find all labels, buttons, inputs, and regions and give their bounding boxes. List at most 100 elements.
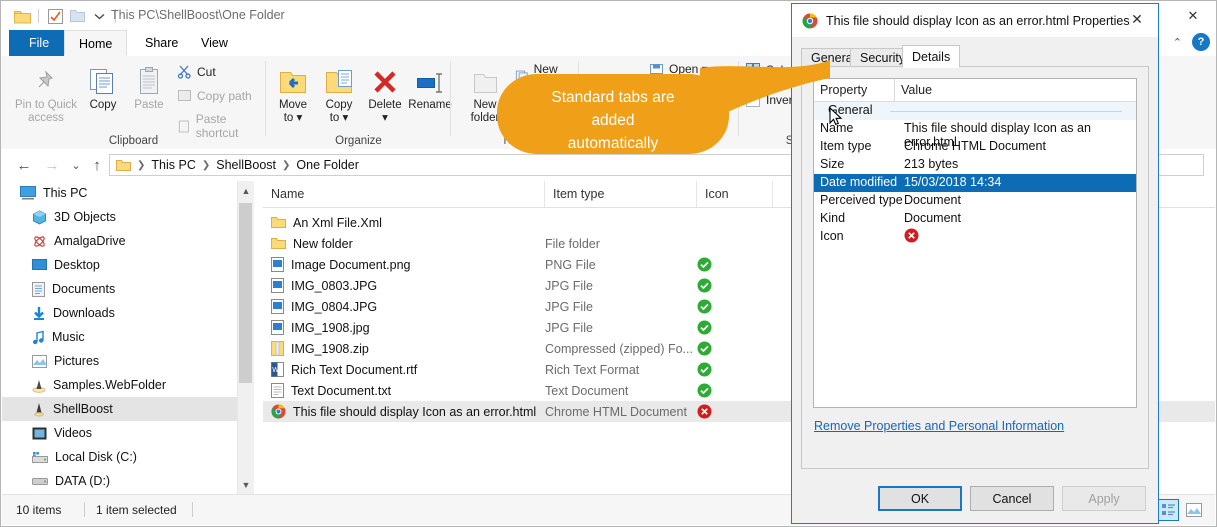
sidebar-item-amalgadrive[interactable]: AmalgaDrive [2, 229, 254, 253]
tab-file[interactable]: File [9, 30, 70, 56]
dialog-close-icon[interactable]: ✕ [1116, 4, 1158, 35]
property-key: Date modified [820, 175, 898, 189]
sidebar-item-shellboost[interactable]: ShellBoost [2, 397, 254, 421]
properties-check-icon[interactable] [44, 5, 66, 27]
cut-button[interactable]: Cut [177, 64, 216, 79]
copy-button[interactable]: Copy [79, 60, 127, 112]
up-button[interactable]: ↑ [86, 154, 108, 176]
details-view-icon[interactable] [1157, 499, 1179, 521]
help-icon[interactable]: ? [1192, 33, 1210, 51]
callout-bubble: Standard tabs are added automatically [497, 74, 729, 154]
large-icons-view-icon[interactable] [1183, 499, 1205, 521]
tab-details[interactable]: Details [902, 45, 961, 68]
status-item-count: 10 items [16, 503, 62, 517]
collapse-ribbon-chevron-icon[interactable]: ⌃ [1173, 36, 1182, 49]
webfolder-icon [32, 378, 46, 393]
pin-to-quick-access-button[interactable]: Pin to Quick access [7, 60, 85, 125]
file-name-label: IMG_1908.jpg [291, 320, 370, 335]
file-name-cell: IMG_0804.JPG [271, 299, 377, 314]
sidebar-item-3d-objects[interactable]: 3D Objects [2, 205, 254, 229]
documents-icon [32, 281, 45, 297]
rename-button[interactable]: Rename [404, 60, 456, 112]
breadcrumb-one-folder[interactable]: One Folder [296, 158, 359, 172]
property-row[interactable]: Perceived type Document [814, 192, 1136, 210]
breadcrumb-shellboost[interactable]: ShellBoost [216, 158, 276, 172]
nav-scrollbar[interactable]: ▲ ▼ [237, 181, 254, 495]
check-badge-icon [697, 257, 712, 272]
sidebar-item-pictures[interactable]: Pictures [2, 349, 254, 373]
tab-home[interactable]: Home [64, 30, 128, 56]
copy-to-button[interactable]: Copy to ▾ [316, 60, 362, 125]
ok-button[interactable]: OK [878, 486, 962, 511]
sidebar-item-label: Documents [52, 282, 116, 296]
address-folder-icon [116, 159, 131, 171]
copy-icon [79, 60, 127, 96]
toolbar-divider [38, 9, 39, 23]
apply-button[interactable]: Apply [1062, 486, 1146, 511]
tab-view[interactable]: View [187, 30, 242, 56]
nav-scroll-thumb[interactable] [239, 203, 252, 383]
sidebar-item-data-d[interactable]: DATA (D:) [2, 469, 254, 493]
file-name-cell: This file should display Icon as an erro… [271, 404, 536, 419]
tab-share[interactable]: Share [131, 30, 192, 56]
dialog-body: Property Value General Name This file shou… [801, 66, 1149, 469]
move-to-button[interactable]: Move to ▾ [270, 60, 316, 125]
sidebar-item-local-disk-c[interactable]: Local Disk (C:) [2, 445, 254, 469]
check-badge-icon [697, 341, 712, 356]
sidebar-item-music[interactable]: Music [2, 325, 254, 349]
back-button[interactable]: ← [13, 154, 35, 176]
property-row[interactable]: Date modified 15/03/2018 14:34 [814, 174, 1136, 192]
column-header-name[interactable]: Name [263, 181, 545, 207]
new-folder-icon[interactable] [66, 5, 88, 27]
copy-to-label-2: to ▾ [329, 112, 349, 124]
file-type-cell: File folder [545, 236, 600, 251]
text-file-icon [271, 383, 284, 398]
breadcrumb-this-pc[interactable]: This PC [151, 158, 195, 172]
sidebar-item-videos[interactable]: Videos [2, 421, 254, 445]
sidebar-item-documents[interactable]: Documents [2, 277, 254, 301]
breadcrumb-separator-2: ❯ [201, 159, 211, 171]
property-row[interactable]: Kind Document [814, 210, 1136, 228]
sidebar-item-label: DATA (D:) [55, 474, 111, 488]
file-name-cell: New folder [271, 237, 353, 251]
sidebar-item-desktop[interactable]: Desktop [2, 253, 254, 277]
close-icon[interactable]: ✕ [1170, 1, 1216, 30]
sidebar-item-samples-webfolder[interactable]: Samples.WebFolder [2, 373, 254, 397]
delete-label-1: Delete [368, 99, 402, 111]
file-name-label: Rich Text Document.rtf [291, 362, 418, 377]
recent-locations-button[interactable]: ⌄ [65, 154, 87, 176]
move-to-label-2: to ▾ [283, 112, 303, 124]
column-header-item-type[interactable]: Item type [545, 181, 697, 207]
property-row[interactable]: Name This file should display Icon as an … [814, 120, 1136, 149]
forward-button[interactable]: → [41, 154, 63, 176]
sidebar-item-downloads[interactable]: Downloads [2, 301, 254, 325]
scroll-up-icon[interactable]: ▲ [238, 181, 254, 201]
property-row[interactable]: Item type Chrome HTML Document [814, 138, 1136, 156]
this-pc-icon [20, 186, 36, 200]
customize-qat-chevron-icon[interactable] [88, 5, 110, 27]
sidebar-item-this-pc[interactable]: This PC [2, 181, 254, 205]
delete-label-2: ▾ [382, 112, 388, 124]
property-row[interactable]: Icon [814, 228, 1136, 246]
file-type-cell: Rich Text Format [545, 362, 640, 377]
scroll-down-icon[interactable]: ▼ [238, 475, 254, 495]
file-name-cell: W Rich Text Document.rtf [271, 362, 417, 377]
property-key: Item type [820, 139, 872, 153]
file-type-cell: JPG File [545, 299, 593, 314]
paste-button[interactable]: Paste [123, 60, 175, 112]
chrome-icon [271, 404, 286, 419]
pictures-icon [32, 354, 47, 368]
shellboost-icon [32, 402, 46, 417]
properties-list[interactable]: Property Value General Name This file shou… [813, 78, 1137, 408]
remove-properties-link[interactable]: Remove Properties and Personal Informati… [814, 419, 1064, 433]
cancel-button[interactable]: Cancel [970, 486, 1054, 511]
property-row[interactable]: Size 213 bytes [814, 156, 1136, 174]
3d-objects-icon [32, 209, 47, 225]
copy-path-button[interactable]: Copy path [177, 88, 252, 103]
property-group-header[interactable]: General [814, 102, 1136, 120]
mouse-cursor [829, 107, 842, 126]
column-header-icon[interactable]: Icon [697, 181, 773, 207]
music-icon [32, 330, 45, 345]
delete-button[interactable]: Delete ▾ [362, 60, 408, 125]
value-column-header[interactable]: Value [894, 79, 1136, 101]
